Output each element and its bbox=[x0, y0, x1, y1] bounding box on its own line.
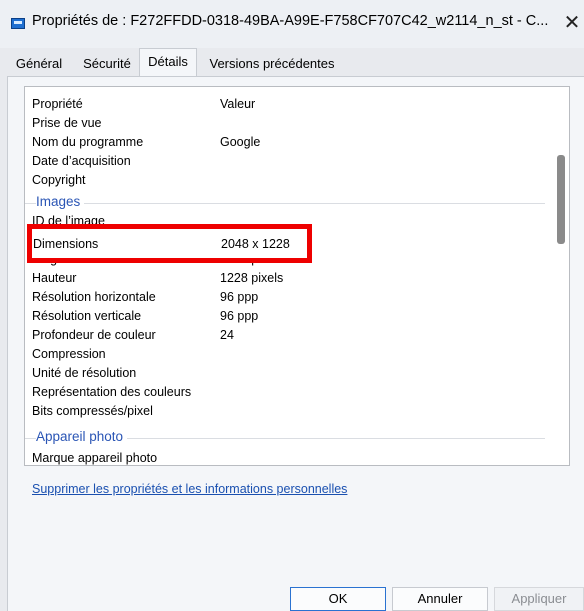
list-item[interactable]: Représentation des couleurs bbox=[25, 383, 545, 402]
highlighted-dimensions-row: Dimensions 2048 x 1228 bbox=[27, 224, 312, 263]
column-header-property[interactable]: Propriété bbox=[32, 95, 83, 114]
property-value: 2048 x 1228 bbox=[221, 237, 290, 251]
property-name: Prise de vue bbox=[32, 116, 102, 130]
list-item[interactable]: Résolution verticale 96 ppp bbox=[25, 307, 545, 326]
vertical-scrollbar[interactable] bbox=[553, 87, 569, 465]
property-value: Google bbox=[220, 135, 261, 149]
column-header-value[interactable]: Valeur bbox=[220, 95, 255, 114]
list-item[interactable]: Bits compressés/pixel bbox=[25, 402, 545, 421]
list-item[interactable]: Profondeur de couleur 24 bbox=[25, 326, 545, 345]
property-name: Profondeur de couleur bbox=[32, 328, 156, 342]
property-value: 1228 pixels bbox=[220, 271, 284, 285]
list-item[interactable]: Hauteur 1228 pixels bbox=[25, 269, 545, 288]
cancel-button[interactable]: Annuler bbox=[392, 587, 488, 611]
property-value: 96 ppp bbox=[220, 309, 259, 323]
list-item[interactable]: Résolution horizontale 96 ppp bbox=[25, 288, 545, 307]
list-item[interactable]: Copyright bbox=[25, 171, 545, 190]
list-item[interactable]: Compression bbox=[25, 345, 545, 364]
tab-previous-versions[interactable]: Versions précédentes bbox=[199, 52, 345, 76]
tab-bar: Général Sécurité Détails Versions précéd… bbox=[0, 48, 584, 76]
list-item[interactable]: Prise de vue bbox=[25, 114, 545, 133]
scrollbar-thumb[interactable] bbox=[557, 155, 565, 244]
property-name: Bits compressés/pixel bbox=[32, 404, 153, 418]
property-name: Marque appareil photo bbox=[32, 451, 158, 465]
property-name: Copyright bbox=[32, 173, 86, 187]
property-name: Unité de résolution bbox=[32, 366, 137, 380]
list-header: Propriété Valeur bbox=[25, 95, 545, 114]
file-properties-icon bbox=[11, 18, 25, 29]
list-item[interactable]: Marque appareil photo bbox=[25, 449, 545, 465]
property-name: Date d’acquisition bbox=[32, 154, 131, 168]
tab-details[interactable]: Détails bbox=[139, 48, 197, 76]
group-header-camera: Appareil photo bbox=[25, 427, 545, 448]
window-title: Propriétés de : F272FFDD-0318-49BA-A99E-… bbox=[32, 13, 549, 29]
apply-button[interactable]: Appliquer bbox=[494, 587, 584, 611]
group-header-images: Images bbox=[25, 192, 545, 213]
list-item[interactable]: Date d’acquisition bbox=[25, 152, 545, 171]
property-name: Résolution horizontale bbox=[32, 290, 156, 304]
property-name: Compression bbox=[32, 347, 106, 361]
property-name: Dimensions bbox=[33, 237, 99, 251]
group-label: Images bbox=[36, 192, 85, 212]
tab-security[interactable]: Sécurité bbox=[76, 52, 138, 76]
property-name: Résolution verticale bbox=[32, 309, 142, 323]
property-name: Nom du programme bbox=[32, 135, 144, 149]
tab-general[interactable]: Général bbox=[4, 52, 74, 76]
remove-properties-link[interactable]: Supprimer les propriétés et les informat… bbox=[32, 482, 347, 496]
group-divider bbox=[25, 203, 545, 204]
properties-list[interactable]: Propriété Valeur Prise de vue Nom du pro… bbox=[24, 86, 570, 466]
property-name: Représentation des couleurs bbox=[32, 385, 192, 399]
group-label: Appareil photo bbox=[36, 427, 128, 447]
property-name: Hauteur bbox=[32, 271, 77, 285]
title-bar: Propriétés de : F272FFDD-0318-49BA-A99E-… bbox=[0, 0, 584, 48]
property-value: 24 bbox=[220, 328, 234, 342]
list-item[interactable]: Nom du programme Google bbox=[25, 133, 545, 152]
ok-button[interactable]: OK bbox=[290, 587, 386, 611]
close-button[interactable]: ✕ bbox=[560, 10, 584, 36]
property-value: 96 ppp bbox=[220, 290, 259, 304]
list-item[interactable]: Unité de résolution bbox=[25, 364, 545, 383]
